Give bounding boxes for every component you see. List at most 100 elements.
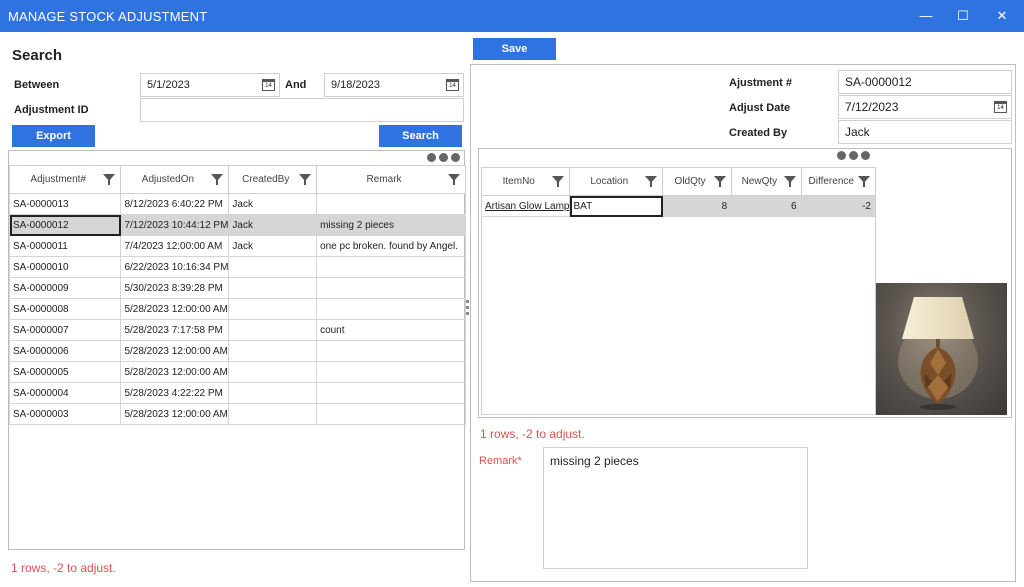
column-header-adjustment[interactable]: Adjustment# bbox=[8, 165, 122, 194]
table-cell-createdby[interactable] bbox=[228, 298, 318, 320]
table-cell-adjustedon[interactable]: 5/28/2023 12:00:00 AM bbox=[120, 403, 230, 425]
table-cell-createdby[interactable] bbox=[228, 382, 318, 404]
table-cell-adjustedon[interactable]: 5/28/2023 12:00:00 AM bbox=[120, 298, 230, 320]
more-options-icon[interactable] bbox=[424, 153, 460, 163]
table-cell-createdby[interactable]: Jack bbox=[228, 235, 318, 257]
table-cell-adjustedon[interactable]: 5/28/2023 7:17:58 PM bbox=[120, 319, 230, 341]
from-date-field[interactable]: 5/1/2023 14 bbox=[140, 73, 280, 97]
column-header-itemno[interactable]: ItemNo bbox=[480, 167, 571, 196]
table-cell-adjustment[interactable]: SA-0000006 bbox=[8, 340, 122, 362]
table-row[interactable]: SA-0000004 5/28/2023 4:22:22 PM bbox=[8, 382, 466, 404]
filter-icon[interactable] bbox=[299, 174, 312, 185]
column-header-label: NewQty bbox=[741, 176, 778, 187]
table-cell-createdby[interactable]: Jack bbox=[228, 214, 318, 236]
table-cell-adjustedon[interactable]: 7/4/2023 12:00:00 AM bbox=[120, 235, 230, 257]
table-cell-adjustment[interactable]: SA-0000003 bbox=[8, 403, 122, 425]
filter-icon[interactable] bbox=[858, 176, 870, 187]
table-cell-adjustment[interactable]: SA-0000010 bbox=[8, 256, 122, 278]
table-cell-remark[interactable] bbox=[316, 403, 466, 425]
table-cell-adjustedon[interactable]: 5/28/2023 12:00:00 AM bbox=[120, 340, 230, 362]
table-cell-createdby[interactable] bbox=[228, 319, 318, 341]
table-cell-createdby[interactable] bbox=[228, 361, 318, 383]
filter-icon[interactable] bbox=[714, 176, 727, 187]
filter-icon[interactable] bbox=[211, 174, 224, 185]
table-cell-adjustment[interactable]: SA-0000011 bbox=[8, 235, 122, 257]
table-row[interactable]: SA-0000007 5/28/2023 7:17:58 PM count bbox=[8, 319, 466, 341]
calendar-icon[interactable]: 14 bbox=[994, 101, 1007, 113]
column-header-createdby[interactable]: CreatedBy bbox=[228, 165, 318, 194]
table-cell-remark[interactable]: count bbox=[316, 319, 466, 341]
table-cell-createdby[interactable] bbox=[228, 340, 318, 362]
table-cell-adjustedon[interactable]: 5/28/2023 4:22:22 PM bbox=[120, 382, 230, 404]
table-cell-adjustment[interactable]: SA-0000008 bbox=[8, 298, 122, 320]
table-row[interactable]: SA-0000006 5/28/2023 12:00:00 AM bbox=[8, 340, 466, 362]
table-row[interactable]: SA-0000011 7/4/2023 12:00:00 AM Jack one pc… bbox=[8, 235, 466, 257]
save-button[interactable]: Save bbox=[473, 38, 556, 60]
table-cell-remark[interactable] bbox=[316, 298, 466, 320]
table-cell-adjustment[interactable]: SA-0000009 bbox=[8, 277, 122, 299]
table-row[interactable]: SA-0000010 6/22/2023 10:16:34 PM bbox=[8, 256, 466, 278]
table-cell-createdby[interactable] bbox=[228, 256, 318, 278]
calendar-icon[interactable]: 14 bbox=[262, 79, 275, 91]
column-header-location[interactable]: Location bbox=[569, 167, 664, 196]
adjustment-no-field[interactable]: SA-0000012 bbox=[838, 70, 1012, 94]
close-icon[interactable]: ✕ bbox=[992, 6, 1012, 26]
splitter-handle[interactable] bbox=[466, 300, 469, 320]
table-cell-remark[interactable] bbox=[316, 382, 466, 404]
column-header-oldqty[interactable]: OldQty bbox=[662, 167, 733, 196]
column-header-adjustedon[interactable]: AdjustedOn bbox=[120, 165, 230, 194]
table-cell-location[interactable]: BAT bbox=[569, 195, 664, 217]
table-row[interactable]: Artisan Glow Lamp BAT 8 6 -2 bbox=[480, 195, 876, 217]
table-cell-adjustedon[interactable]: 8/12/2023 6:40:22 PM bbox=[120, 193, 230, 215]
table-cell-createdby[interactable]: Jack bbox=[228, 193, 318, 215]
table-cell-adjustedon[interactable]: 7/12/2023 10:44:12 PM bbox=[120, 214, 230, 236]
filter-icon[interactable] bbox=[448, 174, 460, 185]
table-cell-remark[interactable] bbox=[316, 277, 466, 299]
table-row[interactable]: SA-0000003 5/28/2023 12:00:00 AM bbox=[8, 403, 466, 425]
table-cell-remark[interactable] bbox=[316, 256, 466, 278]
created-by-field[interactable]: Jack bbox=[838, 120, 1012, 144]
table-row[interactable]: SA-0000013 8/12/2023 6:40:22 PM Jack bbox=[8, 193, 466, 215]
filter-icon[interactable] bbox=[552, 176, 565, 187]
adjustment-id-input[interactable] bbox=[140, 98, 464, 122]
filter-icon[interactable] bbox=[645, 176, 658, 187]
more-options-icon[interactable] bbox=[834, 151, 870, 161]
minimize-icon[interactable]: — bbox=[916, 6, 936, 26]
maximize-icon[interactable]: ☐ bbox=[953, 6, 973, 26]
table-cell-createdby[interactable] bbox=[228, 277, 318, 299]
adjust-date-field[interactable]: 7/12/2023 14 bbox=[838, 95, 1012, 119]
table-row[interactable]: SA-0000009 5/30/2023 8:39:28 PM bbox=[8, 277, 466, 299]
remark-textarea[interactable]: missing 2 pieces bbox=[543, 447, 808, 569]
column-header-newqty[interactable]: NewQty bbox=[731, 167, 802, 196]
table-cell-newqty[interactable]: 6 bbox=[731, 195, 802, 217]
table-cell-adjustment[interactable]: SA-0000012 bbox=[8, 214, 122, 236]
table-cell-remark[interactable] bbox=[316, 340, 466, 362]
table-row[interactable]: SA-0000012 7/12/2023 10:44:12 PM Jack missi… bbox=[8, 214, 466, 236]
title-bar: MANAGE STOCK ADJUSTMENT — ☐ ✕ bbox=[0, 0, 1024, 32]
table-cell-adjustment[interactable]: SA-0000007 bbox=[8, 319, 122, 341]
table-cell-createdby[interactable] bbox=[228, 403, 318, 425]
column-header-remark[interactable]: Remark bbox=[316, 165, 466, 194]
table-cell-oldqty[interactable]: 8 bbox=[662, 195, 733, 217]
table-cell-remark[interactable] bbox=[316, 193, 466, 215]
column-header-difference[interactable]: Difference bbox=[800, 167, 876, 196]
filter-icon[interactable] bbox=[783, 176, 796, 187]
table-cell-remark[interactable]: missing 2 pieces bbox=[316, 214, 466, 236]
table-cell-adjustedon[interactable]: 5/28/2023 12:00:00 AM bbox=[120, 361, 230, 383]
export-button[interactable]: Export bbox=[12, 125, 95, 147]
table-cell-remark[interactable] bbox=[316, 361, 466, 383]
table-cell-adjustedon[interactable]: 6/22/2023 10:16:34 PM bbox=[120, 256, 230, 278]
table-cell-remark[interactable]: one pc broken. found by Angel. bbox=[316, 235, 466, 257]
table-row[interactable]: SA-0000005 5/28/2023 12:00:00 AM bbox=[8, 361, 466, 383]
table-row[interactable]: SA-0000008 5/28/2023 12:00:00 AM bbox=[8, 298, 466, 320]
table-cell-adjustment[interactable]: SA-0000013 bbox=[8, 193, 122, 215]
search-button[interactable]: Search bbox=[379, 125, 462, 147]
calendar-icon[interactable]: 14 bbox=[446, 79, 459, 91]
table-cell-itemno[interactable]: Artisan Glow Lamp bbox=[480, 195, 571, 217]
to-date-field[interactable]: 9/18/2023 14 bbox=[324, 73, 464, 97]
filter-icon[interactable] bbox=[103, 174, 116, 185]
table-cell-difference[interactable]: -2 bbox=[800, 195, 876, 217]
table-cell-adjustedon[interactable]: 5/30/2023 8:39:28 PM bbox=[120, 277, 230, 299]
table-cell-adjustment[interactable]: SA-0000005 bbox=[8, 361, 122, 383]
table-cell-adjustment[interactable]: SA-0000004 bbox=[8, 382, 122, 404]
